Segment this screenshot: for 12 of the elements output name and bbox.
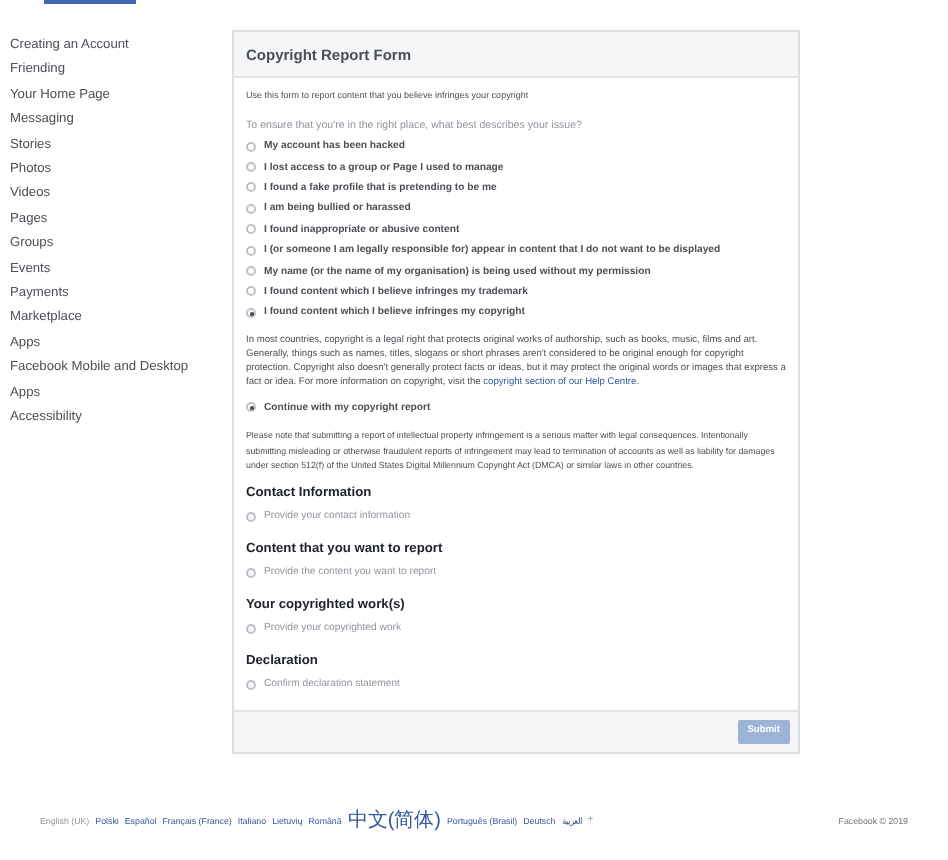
radio-button[interactable]: [246, 266, 256, 277]
radio-button[interactable]: [246, 286, 256, 297]
radio-button[interactable]: [246, 203, 256, 214]
radio-button[interactable]: [246, 245, 256, 256]
top-bar-edge: [44, 0, 136, 4]
radio-button[interactable]: [246, 141, 256, 152]
radio-button[interactable]: [246, 224, 256, 235]
language-link[interactable]: 中文(简体): [347, 806, 441, 834]
radio-button[interactable]: [246, 402, 256, 413]
radio-button[interactable]: [246, 182, 256, 193]
radio-button[interactable]: [246, 162, 256, 173]
radio-button[interactable]: [246, 307, 256, 318]
